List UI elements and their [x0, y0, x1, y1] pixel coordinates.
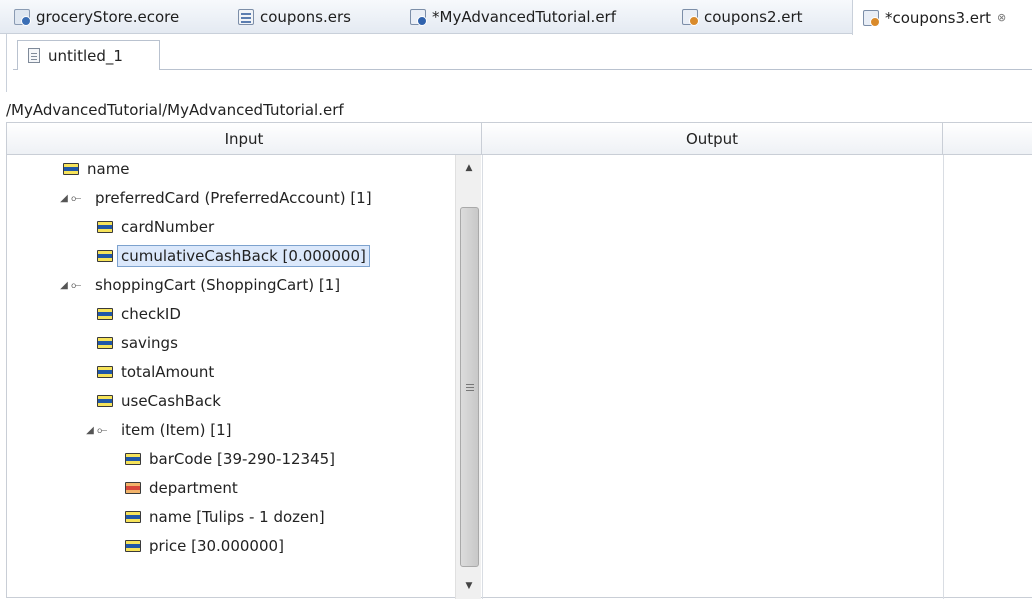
tree-item-label: checkID [121, 305, 181, 323]
column-header-label: Input [224, 129, 264, 148]
editor-tab-myadvancedtutorial-erf[interactable]: *MyAdvancedTutorial.erf [400, 0, 616, 34]
ert-file-icon [863, 9, 880, 27]
tree-item-name[interactable]: name [63, 155, 134, 183]
tree-item-label: department [149, 479, 238, 497]
tree-item-shoppingcart[interactable]: ◢ ⟜ shoppingCart (ShoppingCart) [1] [57, 271, 344, 299]
tree-item-label: savings [121, 334, 178, 352]
attribute-icon [63, 163, 79, 175]
editor-tab-grocerystore-ecore[interactable]: groceryStore.ecore [4, 0, 179, 34]
tree-item-checkid[interactable]: checkID [97, 300, 185, 328]
editor-tab-label: coupons.ers [260, 8, 351, 26]
editor-tab-coupons3-ert[interactable]: *coupons3.ert ⊗ [852, 0, 1032, 35]
tree-item-price[interactable]: price [30.000000] [125, 532, 288, 560]
expanded-triangle-icon[interactable]: ◢ [57, 280, 71, 291]
file-icon [28, 48, 40, 63]
editor-tab-coupons-ers[interactable]: coupons.ers [228, 0, 351, 34]
editor-tab-label: coupons2.ert [704, 8, 803, 26]
tree-item-usecashback[interactable]: useCashBack [97, 387, 225, 415]
attribute-icon [97, 308, 113, 320]
column-header-extra[interactable] [943, 123, 1032, 155]
tree-item-label: name [87, 160, 130, 178]
column-header-label: Output [685, 129, 739, 148]
tree-item-barcode[interactable]: barCode [39-290-12345] [125, 445, 339, 473]
tree-item-label: cumulativeCashBack [0.000000] [117, 245, 370, 267]
tree-item-preferredcard[interactable]: ◢ ⟜ preferredCard (PreferredAccount) [1] [57, 184, 376, 212]
tree-item-totalamount[interactable]: totalAmount [97, 358, 218, 386]
tree-item-label: preferredCard (PreferredAccount) [1] [95, 189, 372, 207]
column-divider [482, 155, 483, 599]
reference-icon: ⟜ [71, 190, 82, 206]
ers-file-icon [238, 9, 254, 25]
tree-item-label: totalAmount [121, 363, 215, 381]
tree-item-cardnumber[interactable]: cardNumber [97, 213, 218, 241]
column-divider [943, 155, 944, 599]
tree-item-label: item (Item) [1] [121, 421, 232, 439]
mapping-table: Input Output name ◢ ⟜ preferredCard (Pre… [6, 122, 1032, 599]
editor-tab-label: *MyAdvancedTutorial.erf [432, 8, 616, 26]
scroll-down-arrow-icon[interactable]: ▼ [456, 575, 482, 597]
attribute-icon [97, 337, 113, 349]
attribute-icon [125, 540, 141, 552]
attribute-icon [97, 221, 113, 233]
file-path-label: /MyAdvancedTutorial/MyAdvancedTutorial.e… [6, 101, 344, 119]
erf-file-icon [410, 9, 427, 26]
attribute-icon [125, 511, 141, 523]
inner-tab-label: untitled_1 [48, 46, 123, 65]
attribute-icon [125, 453, 141, 465]
scrollbar-thumb[interactable] [460, 207, 479, 567]
inner-tab-bar: untitled_1 [6, 34, 1032, 92]
tree-item-savings[interactable]: savings [97, 329, 182, 357]
tree-item-department[interactable]: department [125, 474, 242, 502]
scroll-up-arrow-icon[interactable]: ▲ [456, 157, 482, 179]
tree-item-item[interactable]: ◢ ⟜ item (Item) [1] [83, 416, 236, 444]
tree-item-item-name[interactable]: name [Tulips - 1 dozen] [125, 503, 329, 531]
attribute-unmapped-icon [125, 482, 141, 494]
editor-tab-label: *coupons3.ert [885, 8, 992, 27]
reference-icon: ⟜ [97, 422, 108, 438]
inner-tab-untitled-1[interactable]: untitled_1 [17, 40, 160, 70]
attribute-icon [97, 395, 113, 407]
reference-icon: ⟜ [71, 277, 82, 293]
expanded-triangle-icon[interactable]: ◢ [57, 193, 71, 204]
close-icon[interactable]: ⊗ [997, 11, 1006, 24]
tree-item-label: cardNumber [121, 218, 215, 236]
ecore-model-icon [14, 9, 31, 26]
attribute-icon [97, 250, 113, 262]
tree-item-label: useCashBack [121, 392, 221, 410]
column-header-output[interactable]: Output [482, 123, 943, 155]
attribute-icon [97, 366, 113, 378]
tree-item-label: name [Tulips - 1 dozen] [149, 508, 325, 526]
ert-file-icon [682, 9, 699, 26]
editor-tab-strip: groceryStore.ecore coupons.ers *MyAdvanc… [0, 0, 1032, 35]
tree-item-label: barCode [39-290-12345] [149, 450, 336, 468]
expanded-triangle-icon[interactable]: ◢ [83, 425, 97, 436]
editor-tab-coupons2-ert[interactable]: coupons2.ert [672, 0, 803, 34]
input-tree: name ◢ ⟜ preferredCard (PreferredAccount… [7, 155, 455, 599]
grip-icon [466, 384, 474, 385]
tree-item-label: shoppingCart (ShoppingCart) [1] [95, 276, 341, 294]
tree-item-label: price [30.000000] [149, 537, 284, 555]
editor-tab-label: groceryStore.ecore [36, 8, 180, 26]
tree-vertical-scrollbar[interactable]: ▲ ▼ [455, 155, 481, 599]
column-header-input[interactable]: Input [7, 123, 482, 155]
divider [13, 69, 1032, 70]
tree-item-cumulativecashback[interactable]: cumulativeCashBack [0.000000] [97, 242, 370, 270]
